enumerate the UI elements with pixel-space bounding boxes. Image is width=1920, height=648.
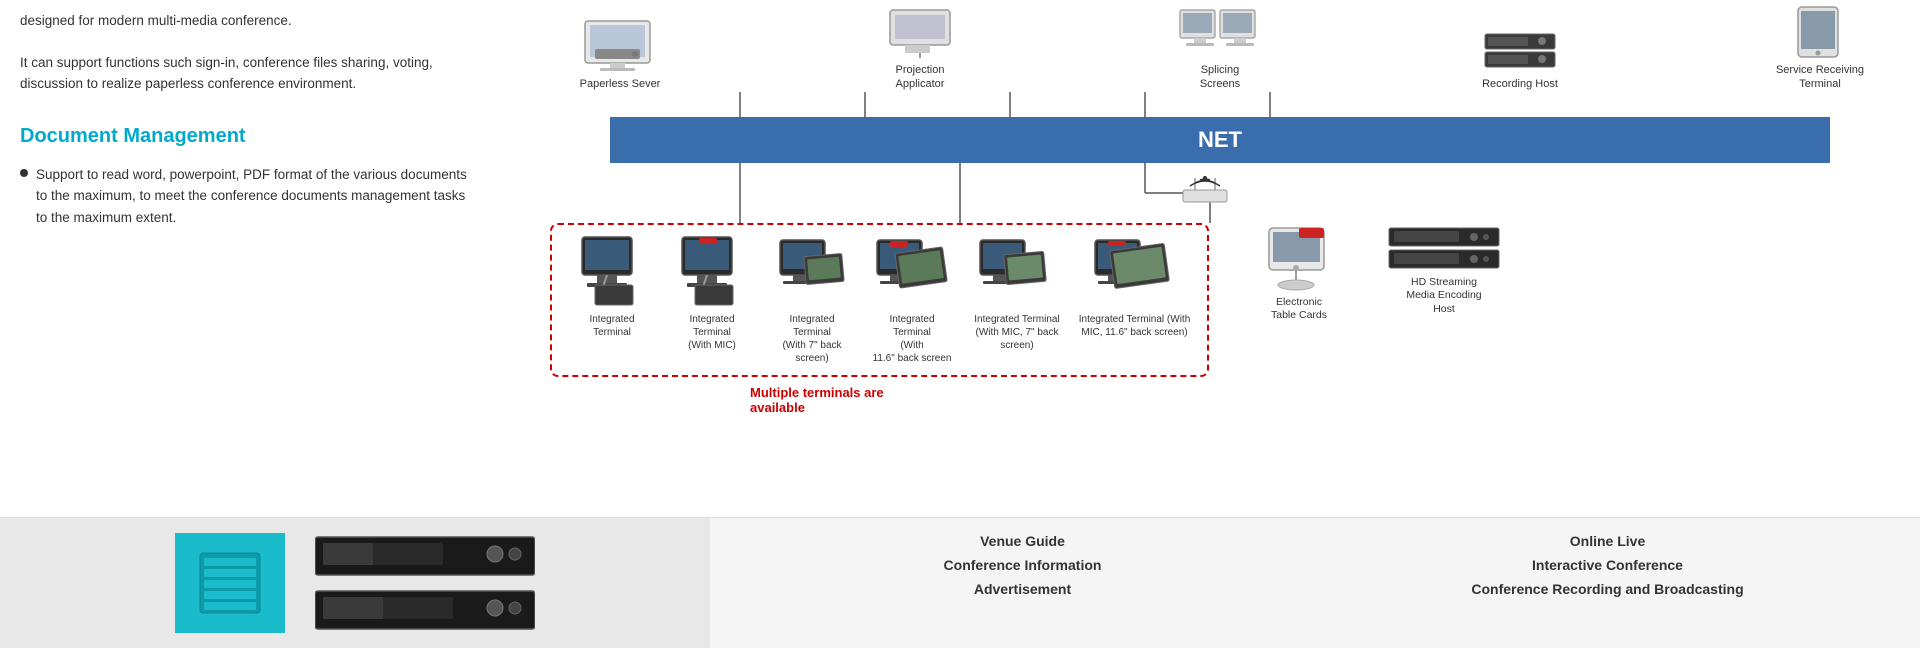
service-terminal-label: Service ReceivingTerminal (1776, 63, 1864, 92)
footer-item-conference-info: Conference Information (750, 557, 1295, 573)
footer-image-area (0, 518, 710, 648)
device-projection: ProjectionApplicator (850, 5, 990, 92)
terminal-116back-icon (872, 235, 952, 310)
rack-icon-bg (175, 533, 285, 633)
terminals-section: IntegratedTerminal (550, 223, 1890, 377)
device-splicing: SplicingScreens (1150, 5, 1290, 92)
projection-icon (880, 5, 960, 60)
terminal-mic-icon (677, 235, 747, 310)
left-panel: designed for modern multi-media conferen… (0, 0, 520, 517)
electronic-cards-label: ElectronicTable Cards (1271, 296, 1327, 323)
terminal-basic-label: IntegratedTerminal (589, 313, 634, 339)
net-bar-wrapper: NET (550, 117, 1890, 163)
multiple-terminals-wrapper: Multiple terminals areavailable (550, 385, 1910, 415)
bullet-item: Support to read word, powerpoint, PDF fo… (20, 164, 480, 229)
connection-svg-top (670, 92, 1830, 117)
connection-svg-bottom (670, 163, 1830, 223)
hd-device-area: HD StreamingMedia EncodingHost (1384, 223, 1504, 317)
device-hd-streaming: HD StreamingMedia EncodingHost (1384, 223, 1504, 317)
intro-text: designed for modern multi-media conferen… (20, 10, 480, 32)
device-service-terminal: Service ReceivingTerminal (1750, 5, 1890, 92)
right-devices-area: ElectronicTable Cards (1239, 223, 1359, 323)
net-bar: NET (610, 117, 1830, 163)
bullet-text: Support to read word, powerpoint, PDF fo… (36, 164, 480, 229)
footer-item-venue-guide: Venue Guide (750, 533, 1295, 549)
splicing-label: SplicingScreens (1200, 63, 1240, 92)
server-unit-2 (315, 589, 535, 631)
terminal-mic-116back-icon (1090, 235, 1180, 310)
splicing-icon (1178, 5, 1263, 60)
device-paperless-server: Paperless Sever (550, 19, 690, 91)
service-terminal-icon (1788, 5, 1853, 60)
footer: Venue Guide Conference Information Adver… (0, 517, 1920, 648)
recording-label: Recording Host (1482, 77, 1558, 91)
terminal-mic-label: IntegratedTerminal(With MIC) (688, 313, 736, 352)
doc-management-title: Document Management (20, 120, 480, 152)
terminal-7back: IntegratedTerminal(With 7" backscreen) (767, 235, 857, 365)
bullet-dot (20, 169, 28, 177)
hd-streaming-icon (1384, 223, 1504, 273)
terminal-7back-icon (775, 235, 850, 310)
electronic-cards-icon (1249, 223, 1349, 293)
diagram-wrapper: Paperless Sever ProjectionApplicator (530, 5, 1910, 415)
terminal-basic-icon (577, 235, 647, 310)
terminal-mic-7back-label: Integrated Terminal(With MIC, 7" backscr… (974, 313, 1059, 352)
connecting-lines-bottom (670, 163, 1830, 223)
diagram-panel: Paperless Sever ProjectionApplicator (520, 0, 1920, 517)
footer-text-area: Venue Guide Conference Information Adver… (710, 518, 1920, 648)
paperless-server-icon (580, 19, 660, 74)
wifi-router-area (1175, 168, 1235, 213)
footer-item-recording: Conference Recording and Broadcasting (1335, 581, 1880, 597)
server-units (315, 535, 535, 631)
footer-col-1: Venue Guide Conference Information Adver… (750, 533, 1295, 633)
recording-icon (1480, 29, 1560, 74)
device-recording: Recording Host (1450, 29, 1590, 91)
rack-icon (190, 543, 270, 623)
terminals-dashed-box: IntegratedTerminal (550, 223, 1209, 377)
terminal-mic: IntegratedTerminal(With MIC) (667, 235, 757, 352)
paperless-server-label: Paperless Sever (580, 77, 661, 91)
projection-label: ProjectionApplicator (896, 63, 945, 92)
device-electronic-cards: ElectronicTable Cards (1239, 223, 1359, 323)
hd-streaming-label: HD StreamingMedia EncodingHost (1406, 276, 1481, 317)
footer-item-advertisement: Advertisement (750, 581, 1295, 597)
terminal-7back-label: IntegratedTerminal(With 7" backscreen) (782, 313, 841, 365)
footer-item-online-live: Online Live (1335, 533, 1880, 549)
terminal-mic-7back: Integrated Terminal(With MIC, 7" backscr… (967, 235, 1067, 352)
intro-text2: It can support functions such sign-in, c… (20, 52, 480, 95)
connecting-lines-top (670, 92, 1830, 117)
footer-col-2: Online Live Interactive Conference Confe… (1335, 533, 1880, 633)
footer-item-interactive: Interactive Conference (1335, 557, 1880, 573)
multiple-terminals-text: Multiple terminals areavailable (750, 385, 1910, 415)
wifi-router-icon (1175, 168, 1235, 208)
terminal-basic: IntegratedTerminal (567, 235, 657, 339)
terminal-mic-116back: Integrated Terminal (WithMIC, 11.6" back… (1077, 235, 1192, 339)
terminal-116back: IntegratedTerminal(With11.6" back screen (867, 235, 957, 365)
server-unit-1 (315, 535, 535, 577)
terminal-116back-label: IntegratedTerminal(With11.6" back screen (873, 313, 952, 365)
terminal-mic-116back-label: Integrated Terminal (WithMIC, 11.6" back… (1079, 313, 1191, 339)
top-devices-row: Paperless Sever ProjectionApplicator (530, 5, 1910, 92)
terminal-mic-7back-icon (975, 235, 1060, 310)
